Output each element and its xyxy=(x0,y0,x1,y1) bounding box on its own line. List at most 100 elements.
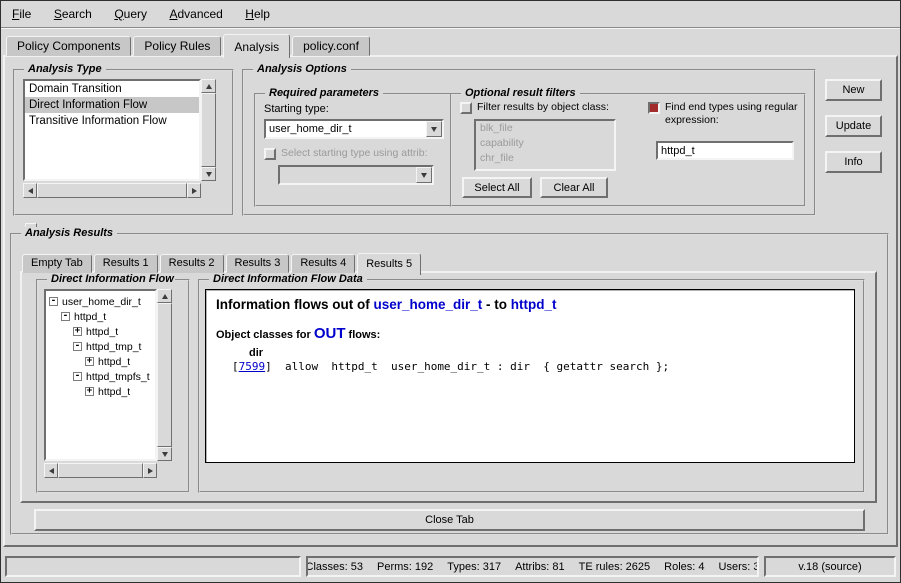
attrib-combobox-disabled xyxy=(278,165,434,185)
info-button[interactable]: Info xyxy=(825,151,882,173)
scroll-left-button[interactable] xyxy=(23,183,37,198)
scrollbar-thumb[interactable] xyxy=(58,463,143,478)
starting-type-entry[interactable] xyxy=(266,121,426,137)
scrollbar-thumb[interactable] xyxy=(37,183,187,198)
tree-row[interactable]: -httpd_tmp_t xyxy=(73,339,155,354)
analysis-results-group: Analysis Results Empty Tab Results 1 Res… xyxy=(10,233,889,535)
scroll-up-button[interactable] xyxy=(201,79,216,93)
tree-toggle-icon[interactable]: - xyxy=(49,297,58,306)
scroll-left-button[interactable] xyxy=(44,463,58,478)
chevron-down-icon xyxy=(421,173,427,178)
tree-row[interactable]: + httpd_t xyxy=(85,384,155,399)
menu-search[interactable]: Search xyxy=(45,4,101,24)
scroll-down-button[interactable] xyxy=(157,447,172,461)
tab-analysis[interactable]: Analysis xyxy=(223,34,290,58)
chevron-down-icon xyxy=(431,127,437,132)
tree-vscrollbar[interactable] xyxy=(157,289,172,461)
tree-toggle-icon[interactable]: + xyxy=(73,327,82,336)
object-class-checkbox[interactable]: Filter results by object class: xyxy=(460,101,636,114)
flow-heading: Information flows out of user_home_dir_t… xyxy=(216,297,844,312)
update-button[interactable]: Update xyxy=(825,115,882,137)
statusbar-stats-cell: Classes: 53 Perms: 192 Types: 317 Attrib… xyxy=(306,556,759,577)
close-tab-button[interactable]: Close Tab xyxy=(34,509,865,531)
analysis-type-hscrollbar[interactable] xyxy=(23,183,201,198)
rule-text: allow httpd_t user_home_dir_t : dir { ge… xyxy=(272,360,669,373)
tab-results-2[interactable]: Results 2 xyxy=(160,254,224,273)
stat-classes: Classes: 53 xyxy=(306,561,363,573)
regex-checkbox[interactable]: Find end types using regular expression: xyxy=(648,101,800,127)
menu-file[interactable]: File xyxy=(3,4,40,24)
scroll-right-button[interactable] xyxy=(187,183,201,198)
scrollbar-thumb[interactable] xyxy=(201,93,216,167)
tree-row[interactable]: + httpd_t xyxy=(73,324,155,339)
tree-row[interactable]: -user_home_dir_t xyxy=(49,294,155,309)
scrollbar-thumb[interactable] xyxy=(157,303,172,447)
tree-node-label[interactable]: httpd_tmp_t xyxy=(86,341,141,353)
tree-node-label[interactable]: httpd_t xyxy=(74,311,106,323)
tree-toggle-icon[interactable]: + xyxy=(85,357,94,366)
policy-version: v.18 (source) xyxy=(798,561,861,573)
tab-results-1[interactable]: Results 1 xyxy=(94,254,158,273)
scroll-up-button[interactable] xyxy=(157,289,172,303)
scrollbar-trough xyxy=(157,303,172,447)
tab-policy-components[interactable]: Policy Components xyxy=(6,36,131,56)
list-item[interactable]: Domain Transition xyxy=(25,81,199,97)
dropdown-button[interactable] xyxy=(426,121,442,137)
select-all-button[interactable]: Select All xyxy=(462,177,532,198)
tree-row[interactable]: -httpd_t xyxy=(61,309,155,324)
menu-query[interactable]: Query xyxy=(105,4,156,24)
stat-types: Types: 317 xyxy=(447,561,501,573)
tree-node-label[interactable]: httpd_t xyxy=(86,326,118,338)
target-type: httpd_t xyxy=(511,297,557,312)
tab-empty[interactable]: Empty Tab xyxy=(22,254,92,273)
optional-filters-group: Optional result filters Filter results b… xyxy=(450,93,806,207)
attrib-checkbox[interactable]: Select starting type using attrib: xyxy=(264,147,446,160)
rule-number-link[interactable]: 7599 xyxy=(239,360,266,373)
tree-row[interactable]: -httpd_tmpfs_t xyxy=(73,369,155,384)
classes-prefix: Object classes for xyxy=(216,329,314,341)
required-parameters-group: Required parameters Starting type: Selec… xyxy=(254,93,452,207)
scrollbar-trough xyxy=(58,463,143,478)
tab-results-3[interactable]: Results 3 xyxy=(226,254,290,273)
list-item[interactable]: Transitive Information Flow xyxy=(25,113,199,129)
source-type: user_home_dir_t xyxy=(373,297,482,312)
arrow-left-icon xyxy=(28,188,33,194)
clear-all-button[interactable]: Clear All xyxy=(540,177,608,198)
tab-results-5[interactable]: Results 5 xyxy=(357,253,421,275)
flow-direction: OUT xyxy=(314,325,346,342)
menu-advanced[interactable]: Advanced xyxy=(160,4,231,24)
flow-tree-group: Direct Information Flow T -user_home_dir… xyxy=(36,279,190,493)
tab-policy-conf[interactable]: policy.conf xyxy=(292,36,370,56)
list-item-selected[interactable]: Direct Information Flow xyxy=(25,97,199,113)
analysis-type-title: Analysis Type xyxy=(24,63,106,75)
tree-node-label[interactable]: httpd_tmpfs_t xyxy=(86,371,150,383)
tree-hscrollbar[interactable] xyxy=(44,463,157,478)
tree-node-label[interactable]: user_home_dir_t xyxy=(62,296,141,308)
stat-perms: Perms: 192 xyxy=(377,561,433,573)
arrow-up-icon xyxy=(206,84,212,89)
tab-policy-rules[interactable]: Policy Rules xyxy=(133,36,221,56)
tree-toggle-icon[interactable]: - xyxy=(73,372,82,381)
scroll-right-button[interactable] xyxy=(143,463,157,478)
statusbar: Classes: 53 Perms: 192 Types: 317 Attrib… xyxy=(3,555,898,578)
tree-node-label[interactable]: httpd_t xyxy=(98,386,130,398)
menu-help[interactable]: Help xyxy=(236,4,279,24)
tree-toggle-icon[interactable]: + xyxy=(85,387,94,396)
tree-toggle-icon[interactable]: - xyxy=(61,312,70,321)
flow-data-text[interactable]: Information flows out of user_home_dir_t… xyxy=(205,289,855,463)
regex-entry[interactable] xyxy=(656,141,794,160)
tree-row[interactable]: + httpd_t xyxy=(85,354,155,369)
classes-suffix: flows: xyxy=(346,329,381,341)
tree-node-label[interactable]: httpd_t xyxy=(98,356,130,368)
flow-data-group: Direct Information Flow Data Information… xyxy=(198,279,865,493)
tree-toggle-icon[interactable]: - xyxy=(73,342,82,351)
arrow-right-icon xyxy=(148,468,153,474)
starting-type-input[interactable] xyxy=(266,123,426,135)
tab-results-4[interactable]: Results 4 xyxy=(291,254,355,273)
analysis-type-vscrollbar[interactable] xyxy=(201,79,216,181)
starting-type-combobox[interactable] xyxy=(264,119,444,139)
new-button[interactable]: New xyxy=(825,79,882,101)
starting-type-label: Starting type: xyxy=(264,103,329,115)
regex-input[interactable] xyxy=(658,145,792,157)
scroll-down-button[interactable] xyxy=(201,167,216,181)
